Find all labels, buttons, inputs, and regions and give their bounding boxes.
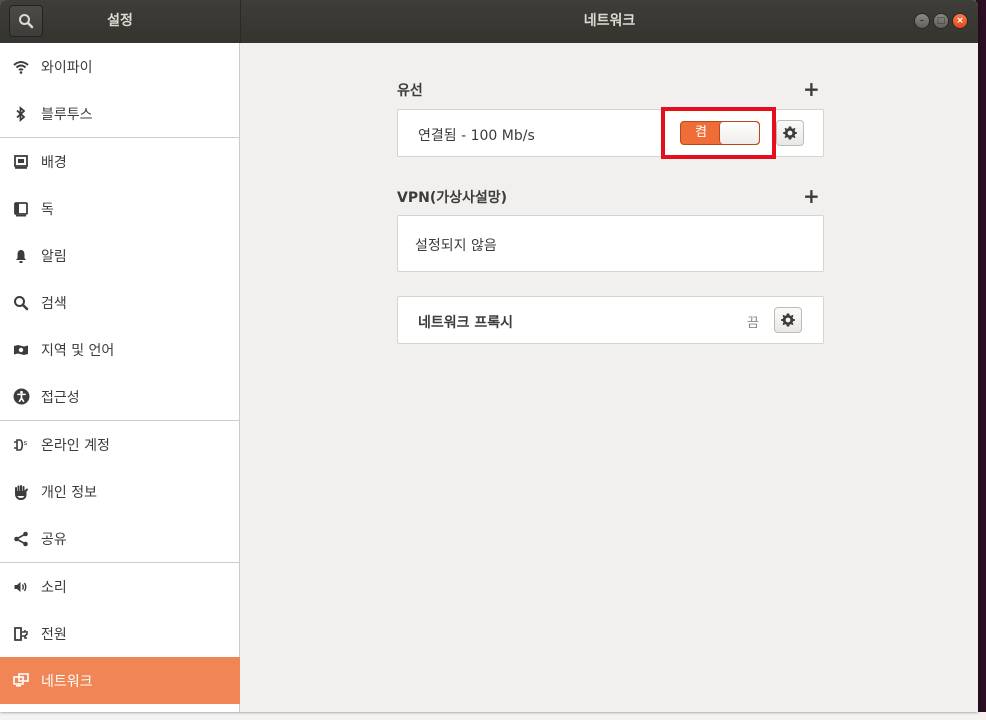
sidebar-item-online-accounts[interactable]: s 온라인 계정 <box>0 421 240 468</box>
region-icon <box>12 341 30 359</box>
dock-icon <box>12 200 30 218</box>
sidebar-item-dock[interactable]: 독 <box>0 185 240 232</box>
sidebar-item-label: 네트워크 <box>41 673 93 690</box>
sidebar-item-label: 전원 <box>41 626 67 643</box>
privacy-hand-icon <box>12 483 30 501</box>
sidebar-item-label: 지역 및 언어 <box>41 342 115 359</box>
minimize-icon: – <box>919 15 925 26</box>
sidebar-item-label: 블루투스 <box>41 106 93 123</box>
proxy-settings-button[interactable] <box>774 307 802 333</box>
sidebar-item-label: 온라인 계정 <box>41 437 110 454</box>
sidebar-item-notifications[interactable]: 알림 <box>0 232 240 279</box>
svg-text:s: s <box>24 439 28 447</box>
sidebar-item-label: 검색 <box>41 295 67 312</box>
highlight-box <box>661 107 776 159</box>
settings-window: 설정 네트워크 – □ × 와이파이 블루투스 배경 독 알림 검색 지역 및 … <box>0 0 978 712</box>
sidebar-item-sharing[interactable]: 공유 <box>0 515 240 562</box>
background-icon <box>12 153 30 171</box>
wired-settings-button[interactable] <box>776 120 804 146</box>
close-button[interactable]: × <box>952 13 968 29</box>
sidebar-item-search[interactable]: 검색 <box>0 279 240 326</box>
sidebar-item-network[interactable]: 네트워크 <box>0 657 240 704</box>
sidebar-item-region[interactable]: 지역 및 언어 <box>0 326 240 373</box>
bluetooth-icon <box>12 105 30 123</box>
close-icon: × <box>956 15 964 26</box>
proxy-state: 끔 <box>747 316 759 331</box>
add-wired-button[interactable]: + <box>803 79 820 99</box>
sidebar-item-accessibility[interactable]: 접근성 <box>0 373 240 420</box>
gear-icon <box>783 126 797 140</box>
maximize-icon: □ <box>936 15 946 26</box>
sidebar-title: 설정 <box>107 13 133 29</box>
vpn-status: 설정되지 않음 <box>415 238 497 254</box>
sidebar-item-power[interactable]: 전원 <box>0 610 240 657</box>
sidebar-item-label: 알림 <box>41 248 67 265</box>
sidebar-item-privacy[interactable]: 개인 정보 <box>0 468 240 515</box>
add-vpn-button[interactable]: + <box>803 186 820 206</box>
sidebar: 와이파이 블루투스 배경 독 알림 검색 지역 및 언어 접근성 s 온라인 계… <box>0 43 240 712</box>
share-icon <box>12 530 30 548</box>
page-title: 네트워크 <box>583 13 636 29</box>
wifi-icon <box>12 58 30 76</box>
sidebar-item-bluetooth[interactable]: 블루투스 <box>0 90 240 137</box>
sidebar-item-label: 소리 <box>41 579 67 596</box>
online-accounts-icon: s <box>12 436 30 454</box>
minimize-button[interactable]: – <box>914 13 930 29</box>
sidebar-item-wifi[interactable]: 와이파이 <box>0 43 240 90</box>
network-proxy-row[interactable]: 네트워크 프록시 <box>397 296 824 344</box>
sidebar-item-label: 개인 정보 <box>41 484 97 501</box>
wired-section-title: 유선 <box>397 83 423 99</box>
background-document <box>0 712 986 720</box>
maximize-button[interactable]: □ <box>933 13 949 29</box>
vpn-section-title: VPN(가상사설망) <box>397 190 508 206</box>
bell-icon <box>12 247 30 265</box>
network-icon <box>12 672 30 690</box>
wired-status: 연결됨 - 100 Mb/s <box>418 128 535 144</box>
titlebar: 설정 네트워크 – □ × <box>0 0 978 43</box>
sidebar-item-sound[interactable]: 소리 <box>0 563 240 610</box>
power-icon <box>12 625 30 643</box>
proxy-title: 네트워크 프록시 <box>418 315 514 331</box>
accessibility-icon <box>12 388 30 406</box>
sidebar-item-label: 공유 <box>41 531 67 548</box>
search-icon <box>12 294 30 312</box>
window-controls: – □ × <box>914 13 968 29</box>
sidebar-item-background[interactable]: 배경 <box>0 138 240 185</box>
sidebar-item-label: 독 <box>41 201 54 218</box>
sidebar-item-label: 배경 <box>41 154 67 171</box>
sidebar-item-label: 와이파이 <box>41 59 93 76</box>
gear-icon <box>781 313 795 327</box>
sidebar-item-label: 접근성 <box>41 389 80 406</box>
plus-icon: + <box>803 184 820 208</box>
speaker-icon <box>12 578 30 596</box>
vpn-row: 설정되지 않음 <box>397 215 824 272</box>
plus-icon: + <box>803 77 820 101</box>
